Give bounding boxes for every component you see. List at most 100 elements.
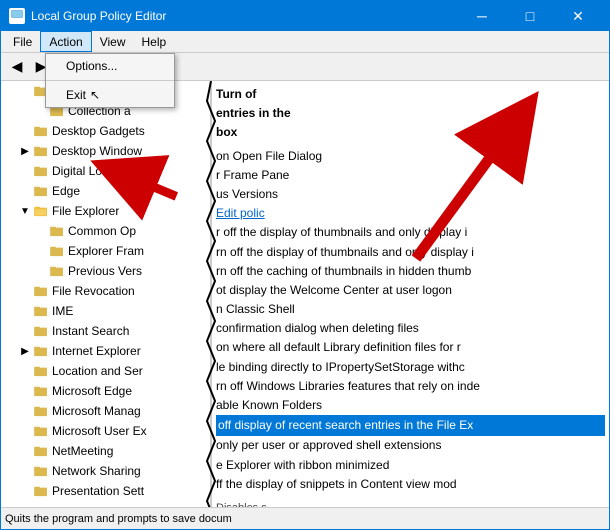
tree-label: Presentation Sett — [52, 484, 144, 498]
tree-item-explorer-fram[interactable]: Explorer Fram — [1, 241, 210, 261]
folder-icon — [33, 323, 49, 339]
content-line: able Known Folders — [216, 396, 605, 415]
tree-label: Desktop Gadgets — [52, 124, 145, 138]
content-line: e Explorer with ribbon minimized — [216, 456, 605, 475]
tree-panel[interactable]: Credential User I Collection a — [1, 81, 211, 507]
tree-label: NetMeeting — [52, 444, 113, 458]
tree-item-presentation[interactable]: Presentation Sett — [1, 481, 210, 501]
menu-help[interactable]: Help — [134, 31, 175, 52]
folder-icon — [49, 223, 65, 239]
tree-label: Location and Ser — [52, 364, 143, 378]
content-line: on Open File Dialog — [216, 147, 605, 166]
tree-label: Microsoft Manag — [52, 404, 141, 418]
content-line: le binding directly to IPropertySetStora… — [216, 358, 605, 377]
tree-label: Instant Search — [52, 324, 129, 338]
folder-icon — [33, 483, 49, 499]
menu-bar: File Action View Help Options... Exit ↖ — [1, 31, 609, 53]
content-heading: Turn ofentries in thebox — [216, 85, 605, 143]
content-line: r off the display of thumbnails and only… — [216, 223, 605, 242]
folder-icon — [33, 183, 49, 199]
minimize-button[interactable]: ─ — [459, 1, 505, 31]
tree-item-previous-vers[interactable]: Previous Vers — [1, 261, 210, 281]
status-bar: Quits the program and prompts to save do… — [1, 507, 609, 529]
tree-item-ms-manag[interactable]: Microsoft Manag — [1, 401, 210, 421]
tree-item-instant-search[interactable]: Instant Search — [1, 321, 210, 341]
tree-label: Network Sharing — [52, 464, 141, 478]
description-section: Disables s for the S entries being futur… — [216, 500, 605, 507]
folder-icon — [33, 423, 49, 439]
content-line: n Classic Shell — [216, 300, 605, 319]
tree-item-digital-locker[interactable]: Digital Locker — [1, 161, 210, 181]
window-controls: ─ □ ✕ — [459, 1, 601, 31]
title-bar: Local Group Policy Editor ─ □ ✕ — [1, 1, 609, 31]
tree-item-network-sharing[interactable]: Network Sharing — [1, 461, 210, 481]
cursor-icon: ↖ — [90, 88, 100, 102]
menu-file[interactable]: File — [5, 31, 40, 52]
folder-icon — [33, 363, 49, 379]
menu-divider — [46, 80, 174, 81]
content-line: rn off the caching of thumbnails in hidd… — [216, 262, 605, 281]
edit-policy-link[interactable]: Edit polic — [216, 204, 605, 223]
content-line: rn off Windows Libraries features that r… — [216, 377, 605, 396]
tree-item-ms-user[interactable]: Microsoft User Ex — [1, 421, 210, 441]
content-line: only per user or approved shell extensio… — [216, 436, 605, 455]
tree-label: Explorer Fram — [68, 244, 144, 258]
close-button[interactable]: ✕ — [555, 1, 601, 31]
folder-icon — [33, 303, 49, 319]
tree-item-desktop-window[interactable]: ▶ Desktop Window — [1, 141, 210, 161]
content-line: on where all default Library definition … — [216, 338, 605, 357]
app-icon — [9, 8, 25, 24]
tree-label: File Explorer — [52, 204, 119, 218]
main-content: Credential User I Collection a — [1, 81, 609, 507]
content-line-highlighted: off display of recent search entries in … — [216, 415, 605, 436]
tree-item-common-op[interactable]: Common Op — [1, 221, 210, 241]
tree-item-netmeeting[interactable]: NetMeeting — [1, 441, 210, 461]
right-panel[interactable]: Turn ofentries in thebox on Open File Di… — [211, 81, 609, 507]
tree-label: Desktop Window — [52, 144, 142, 158]
tree-label: Edge — [52, 184, 80, 198]
tree-label: File Revocation — [52, 284, 135, 298]
exit-menu-item[interactable]: Exit ↖ — [46, 83, 174, 107]
tree-label: Microsoft Edge — [52, 384, 132, 398]
folder-icon — [49, 243, 65, 259]
menu-view[interactable]: View — [92, 31, 134, 52]
content-line: ff the display of snippets in Content vi… — [216, 475, 605, 494]
toolbar-back[interactable]: ◀ — [5, 55, 29, 79]
maximize-button[interactable]: □ — [507, 1, 553, 31]
folder-open-icon — [33, 203, 49, 219]
tree-item-internet-explorer[interactable]: ▶ Internet Explorer — [1, 341, 210, 361]
tree-item-ime[interactable]: IME — [1, 301, 210, 321]
window-title: Local Group Policy Editor — [31, 9, 459, 23]
folder-icon — [33, 383, 49, 399]
folder-icon — [33, 443, 49, 459]
folder-icon — [49, 263, 65, 279]
folder-icon — [33, 163, 49, 179]
folder-icon — [33, 403, 49, 419]
options-menu-item[interactable]: Options... — [46, 54, 174, 78]
tree-item-file-revocation[interactable]: File Revocation — [1, 281, 210, 301]
menu-action[interactable]: Action — [40, 31, 91, 52]
tree-item-file-explorer[interactable]: ▼ File Explorer — [1, 201, 210, 221]
content-line: ot display the Welcome Center at user lo… — [216, 281, 605, 300]
action-dropdown: Options... Exit ↖ — [45, 53, 175, 108]
tree-item-ms-edge[interactable]: Microsoft Edge — [1, 381, 210, 401]
tree-label: Microsoft User Ex — [52, 424, 147, 438]
tree-label: Previous Vers — [68, 264, 142, 278]
folder-icon — [33, 283, 49, 299]
content-line: rn off the display of thumbnails and onl… — [216, 243, 605, 262]
content-area: Turn ofentries in thebox on Open File Di… — [216, 85, 605, 507]
tree-label: IME — [52, 304, 73, 318]
tree-item-desktop-gadgets[interactable]: Desktop Gadgets — [1, 121, 210, 141]
tree-item-location[interactable]: Location and Ser — [1, 361, 210, 381]
tree-label: Common Op — [68, 224, 136, 238]
main-window: Local Group Policy Editor ─ □ ✕ File Act… — [0, 0, 610, 530]
tree-label: Digital Locker — [52, 164, 125, 178]
folder-icon — [33, 463, 49, 479]
content-line: us Versions — [216, 185, 605, 204]
folder-icon — [33, 123, 49, 139]
content-line: confirmation dialog when deleting files — [216, 319, 605, 338]
folder-icon — [33, 343, 49, 359]
tree-item-edge[interactable]: Edge — [1, 181, 210, 201]
status-text: Quits the program and prompts to save do… — [5, 513, 232, 525]
folder-icon — [33, 143, 49, 159]
